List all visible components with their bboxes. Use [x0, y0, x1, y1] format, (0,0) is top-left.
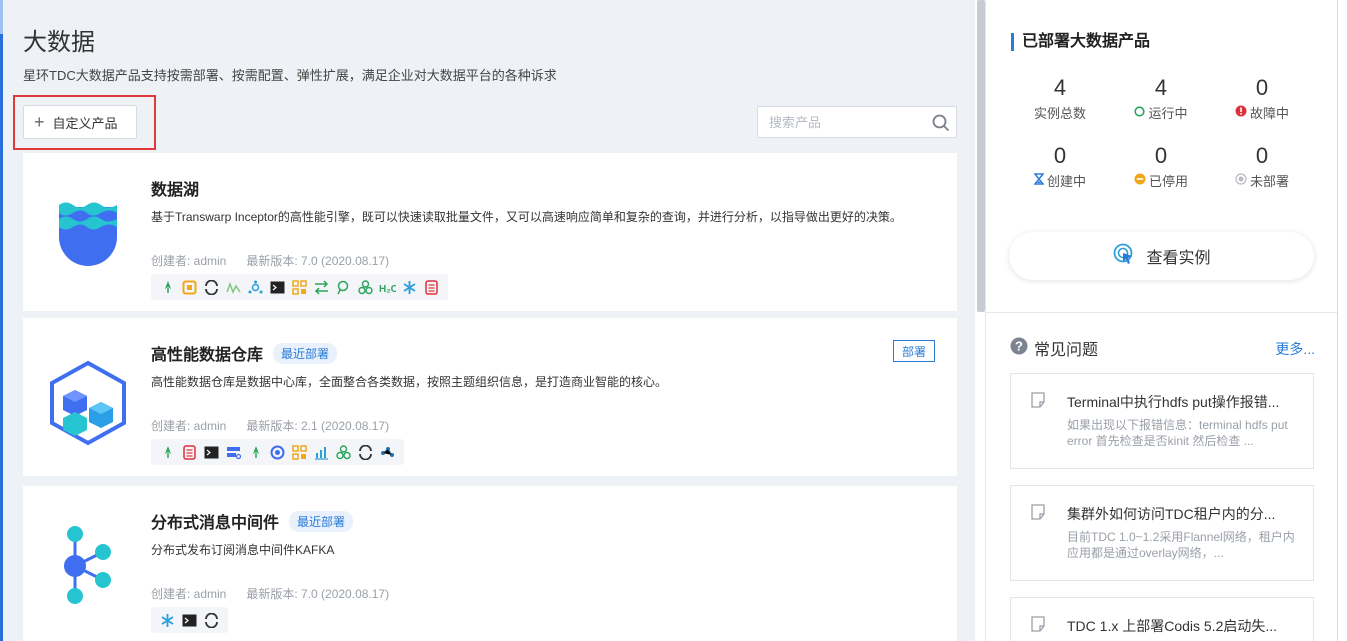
cursor-click-icon [1112, 242, 1136, 271]
nodes-icon [379, 444, 396, 461]
page-subtitle: 星环TDC大数据产品支持按需部署、按需配置、弹性扩展，满足企业对大数据平台的各种… [23, 68, 557, 83]
undeployed-status-icon [1235, 173, 1247, 188]
cluster-green-icon [357, 279, 374, 296]
product-version: 最新版本: 2.1 (2020.08.17) [246, 419, 390, 433]
component-icons-row [151, 607, 228, 633]
stat-stopped: 0 已停用 [1111, 143, 1211, 190]
stat-creating: 0 创建中 [1010, 143, 1110, 190]
data-warehouse-logo-icon [45, 360, 131, 446]
product-description: 高性能数据仓库是数据中心库，全面整合各类数据，按照主题组织信息，是打造商业智能的… [151, 375, 668, 389]
document-icon [1031, 616, 1045, 637]
sync-icon [203, 279, 220, 296]
hourglass-icon [1033, 173, 1045, 188]
document-icon [1031, 392, 1045, 413]
question-icon: ? [1010, 337, 1028, 360]
product-description: 基于Transwarp Inceptor的高性能引擎，既可以快速读取批量文件，又… [151, 210, 902, 224]
document-icon [1031, 504, 1045, 525]
product-creator: 创建者: admin [151, 587, 227, 601]
faq-heading: ? 常见问题 [1010, 336, 1098, 360]
kafka-logo-icon [45, 524, 131, 610]
sync-icon [357, 444, 374, 461]
search-icon[interactable] [932, 114, 950, 137]
faq-item-title: Terminal中执行hdfs put操作报错... [1067, 394, 1280, 410]
faq-item-desc: 如果出现以下报错信息：terminal hdfs put error 首先检查是… [1067, 418, 1288, 448]
product-card-message-middleware[interactable]: 分布式消息中间件 最近部署 分布式发布订阅消息中间件KAFKA 创建者: admi… [23, 486, 957, 641]
database-red-icon [181, 444, 198, 461]
running-status-icon [1134, 105, 1146, 120]
product-meta: 创建者: admin 最新版本: 2.1 (2020.08.17) [151, 417, 389, 434]
terminal-icon [181, 612, 198, 629]
wave-chart-icon [225, 279, 242, 296]
grid-orange-icon [291, 279, 308, 296]
rocket-icon [159, 279, 176, 296]
product-description: 分布式发布订阅消息中间件KAFKA [151, 543, 335, 557]
circle-blue-icon [269, 444, 286, 461]
stat-running: 4 运行中 [1111, 75, 1211, 122]
product-meta: 创建者: admin 最新版本: 7.0 (2020.08.17) [151, 585, 389, 602]
deploy-button[interactable]: 部署 [893, 340, 935, 362]
svg-text:?: ? [1015, 338, 1023, 353]
leaf-icon [335, 279, 352, 296]
grid-orange-icon [291, 444, 308, 461]
page-scrollbar-track [1337, 0, 1347, 641]
page-title: 大数据 [23, 29, 95, 56]
product-name: 分布式消息中间件 最近部署 [151, 509, 354, 533]
right-panel: 已部署大数据产品 4 实例总数 4 运行中 0 故障中 0 创建中 0 已停用 … [985, 0, 1338, 641]
product-card-data-lake[interactable]: 数据湖 基于Transwarp Inceptor的高性能引擎，既可以快速读取批量… [23, 153, 957, 311]
search-box [757, 106, 957, 138]
search-input[interactable] [769, 107, 929, 137]
component-icons-row: H₂O [151, 274, 448, 300]
h2o-icon: H₂O [379, 279, 396, 296]
product-name: 数据湖 [151, 182, 200, 199]
component-icons-row [151, 439, 404, 465]
svg-text:H₂O: H₂O [379, 284, 396, 295]
terminal-icon [203, 444, 220, 461]
recent-deploy-badge: 最近部署 [289, 511, 354, 532]
deployed-products-title: 已部署大数据产品 [1011, 33, 1150, 51]
hexagon-orange-icon [181, 279, 198, 296]
stat-undeployed: 0 未部署 [1212, 143, 1312, 190]
stat-fault: 0 故障中 [1212, 75, 1312, 122]
server-icon [225, 444, 242, 461]
faq-item[interactable]: TDC 1.x 上部署Codis 5.2启动失... [1010, 597, 1314, 641]
faq-item-desc: 目前TDC 1.0~1.2采用Flannel网络，租户内应用都是通过overla… [1067, 530, 1295, 560]
data-lake-logo-icon [45, 191, 131, 277]
stopped-status-icon [1134, 173, 1146, 188]
rocket-icon [247, 444, 264, 461]
snowflake-icon [401, 279, 418, 296]
product-name: 高性能数据仓库 最近部署 [151, 341, 338, 365]
faq-more-link[interactable]: 更多... [1275, 339, 1315, 359]
panel-divider [986, 312, 1338, 313]
product-meta: 创建者: admin 最新版本: 7.0 (2020.08.17) [151, 252, 389, 269]
product-version: 最新版本: 7.0 (2020.08.17) [246, 587, 390, 601]
faq-item[interactable]: 集群外如何访问TDC租户内的分... 目前TDC 1.0~1.2采用Flanne… [1010, 485, 1314, 581]
product-card-data-warehouse[interactable]: 高性能数据仓库 最近部署 部署 高性能数据仓库是数据中心库，全面整合各类数据，按照… [23, 318, 957, 476]
plus-icon: + [34, 112, 45, 132]
cluster-green-icon [335, 444, 352, 461]
sync-icon [203, 612, 220, 629]
product-creator: 创建者: admin [151, 419, 227, 433]
view-instances-button[interactable]: 查看实例 [1009, 232, 1314, 280]
faq-item-title: TDC 1.x 上部署Codis 5.2启动失... [1067, 618, 1278, 634]
view-instances-label: 查看实例 [1146, 250, 1211, 267]
product-creator: 创建者: admin [151, 254, 227, 268]
snowflake-icon [159, 612, 176, 629]
main-content: 大数据 星环TDC大数据产品支持按需部署、按需配置、弹性扩展，满足企业对大数据平… [3, 0, 975, 641]
network-icon [247, 279, 264, 296]
scrollbar[interactable] [977, 0, 985, 312]
bar-chart-icon [313, 444, 330, 461]
transfer-icon [313, 279, 330, 296]
faq-item-title: 集群外如何访问TDC租户内的分... [1067, 506, 1276, 522]
faq-item[interactable]: Terminal中执行hdfs put操作报错... 如果出现以下报错信息：te… [1010, 373, 1314, 469]
product-version: 最新版本: 7.0 (2020.08.17) [246, 254, 390, 268]
custom-product-label: 自定义产品 [52, 115, 118, 131]
terminal-icon [269, 279, 286, 296]
rocket-icon [159, 444, 176, 461]
stat-total: 4 实例总数 [1033, 75, 1086, 121]
database-red-icon [423, 279, 440, 296]
fault-status-icon [1235, 105, 1247, 120]
recent-deploy-badge: 最近部署 [273, 343, 338, 364]
custom-product-button[interactable]: + 自定义产品 [23, 105, 137, 139]
